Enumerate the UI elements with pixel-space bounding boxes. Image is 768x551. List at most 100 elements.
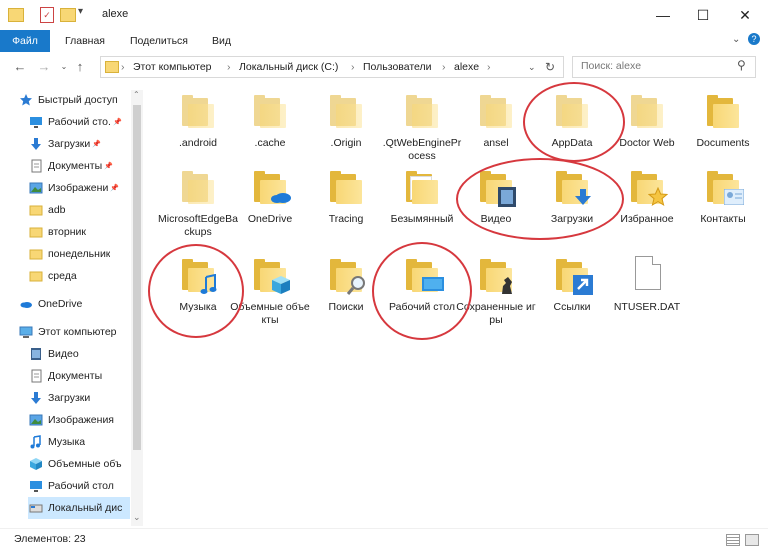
downloads-folder-icon — [550, 166, 594, 210]
desktop-icon — [28, 478, 44, 494]
properties-icon[interactable]: ✓ — [40, 7, 54, 23]
nav-item-desktop[interactable]: Рабочий сто. 📌 — [28, 111, 130, 133]
folder-cache[interactable]: .cache — [230, 90, 310, 172]
maximize-button[interactable]: ☐ — [680, 0, 726, 30]
nav-item-label: среда — [48, 270, 77, 282]
onedrive-folder-icon — [248, 166, 292, 210]
nav-item-label: Рабочий стол — [48, 480, 114, 492]
folder-tracing[interactable]: Tracing — [306, 166, 386, 248]
up-arrow-icon[interactable]: ↑ — [72, 59, 88, 75]
nav-item-3d-objects[interactable]: Объемные объ — [28, 453, 130, 475]
nav-item-wednesday[interactable]: среда — [28, 265, 130, 287]
nav-item-label: Локальный дис — [48, 502, 123, 514]
nav-item-documents[interactable]: Документы — [28, 365, 130, 387]
item-label: Tracing — [328, 213, 364, 225]
nav-item-documents[interactable]: Документы 📌 — [28, 155, 130, 177]
music-icon — [28, 434, 44, 450]
breadcrumb-item[interactable]: Пользователи — [363, 57, 432, 77]
help-icon[interactable]: ? — [748, 33, 760, 45]
recent-locations-icon[interactable]: ⌄ — [56, 59, 72, 75]
folder-downloads[interactable]: Загрузки — [532, 166, 612, 248]
forward-arrow-icon[interactable]: → — [36, 59, 52, 75]
search-icon[interactable]: ⚲ — [737, 58, 746, 72]
folder-links[interactable]: Ссылки — [532, 254, 612, 336]
pin-icon: 📌 — [110, 185, 120, 192]
folder-icon — [28, 202, 44, 218]
nav-quick-access[interactable]: Быстрый доступ — [18, 89, 130, 111]
folder-desktop[interactable]: Рабочий стол — [382, 254, 462, 336]
tab-home[interactable]: Главная — [65, 30, 105, 52]
folder-android[interactable]: .android — [158, 90, 238, 172]
nav-scrollbar-thumb[interactable] — [133, 105, 141, 450]
breadcrumb-separator[interactable]: › — [442, 57, 446, 77]
customize-toolbar-icon[interactable]: ▾ — [78, 6, 83, 17]
breadcrumb-separator[interactable]: › — [121, 57, 125, 77]
refresh-icon[interactable]: ↻ — [545, 57, 555, 77]
folder-icon — [28, 224, 44, 240]
tab-share[interactable]: Поделиться — [130, 30, 188, 52]
back-arrow-icon[interactable]: ← — [12, 59, 28, 75]
nav-item-monday[interactable]: понедельник — [28, 243, 130, 265]
folder-unnamed[interactable]: Безымянный — [382, 166, 462, 248]
expand-ribbon-icon[interactable]: ⌄ — [732, 34, 740, 45]
breadcrumb-separator[interactable]: › — [227, 57, 231, 77]
nav-item-label: OneDrive — [38, 298, 83, 310]
nav-item-downloads[interactable]: Загрузки — [28, 387, 130, 409]
folder-qtwebengineprocess[interactable]: .QtWebEngineProcess — [382, 90, 462, 172]
nav-this-pc[interactable]: Этот компьютер — [18, 321, 130, 343]
nav-item-adb[interactable]: adb — [28, 199, 130, 221]
file-ntuser-dat[interactable]: NTUSER.DAT — [607, 254, 687, 336]
nav-onedrive[interactable]: OneDrive — [18, 293, 130, 315]
tab-file[interactable]: Файл — [0, 30, 50, 52]
folder-favorites[interactable]: Избранное — [607, 166, 687, 248]
item-label: Ссылки — [553, 301, 591, 313]
nav-item-pictures[interactable]: Изображени 📌 — [28, 177, 130, 199]
address-dropdown-icon[interactable]: ⌄ — [528, 57, 536, 77]
folder-searches[interactable]: Поиски — [306, 254, 386, 336]
item-label: MicrosoftEdgeBackups — [158, 213, 238, 238]
pictures-icon — [28, 180, 44, 196]
folder-onedrive[interactable]: OneDrive — [230, 166, 310, 248]
folder-microsoftedgebackups[interactable]: MicrosoftEdgeBackups — [158, 166, 238, 248]
nav-item-tuesday[interactable]: вторник — [28, 221, 130, 243]
tab-view[interactable]: Вид — [212, 30, 231, 52]
nav-item-label: Объемные объ — [48, 458, 122, 470]
address-bar[interactable]: › Этот компьютер › Локальный диск (C:) ›… — [100, 56, 564, 78]
pin-icon: 📌 — [112, 119, 122, 126]
item-label: Контакты — [700, 213, 746, 225]
folder-ansel[interactable]: ansel — [456, 90, 536, 172]
nav-item-local-disk[interactable]: Локальный дис — [28, 497, 130, 519]
favorites-folder-icon — [625, 166, 669, 210]
nav-item-downloads[interactable]: Загрузки 📌 — [28, 133, 130, 155]
search-input[interactable]: Поиск: alexe — [581, 60, 641, 72]
documents-icon — [28, 368, 44, 384]
new-folder-icon[interactable] — [60, 8, 76, 22]
saved-games-folder-icon — [474, 254, 518, 298]
breadcrumb-separator[interactable]: › — [351, 57, 355, 77]
folder-doctor-web[interactable]: Doctor Web — [607, 90, 687, 172]
large-icons-view-icon[interactable] — [745, 534, 759, 546]
nav-item-desktop[interactable]: Рабочий стол — [28, 475, 130, 497]
nav-item-video[interactable]: Видео — [28, 343, 130, 365]
breadcrumb-item[interactable]: Этот компьютер — [133, 57, 212, 77]
nav-item-music[interactable]: Музыка — [28, 431, 130, 453]
scroll-up-arrow-icon[interactable]: ⌃ — [133, 90, 140, 99]
breadcrumb-separator[interactable]: › — [487, 57, 491, 77]
search-box[interactable]: Поиск: alexe ⚲ — [572, 56, 756, 78]
folder-origin[interactable]: .Origin — [306, 90, 386, 172]
folder-icon[interactable] — [8, 8, 24, 22]
folder-appdata[interactable]: AppData — [532, 90, 612, 172]
scroll-down-arrow-icon[interactable]: ⌄ — [133, 512, 141, 523]
folder-documents[interactable]: Documents — [683, 90, 763, 172]
folder-music[interactable]: Музыка — [158, 254, 238, 336]
folder-video[interactable]: Видео — [456, 166, 536, 248]
close-button[interactable]: ✕ — [722, 0, 768, 30]
nav-item-pictures[interactable]: Изображения — [28, 409, 130, 431]
folder-saved-games[interactable]: Сохраненные игры — [456, 254, 536, 336]
folder-icon — [324, 166, 368, 210]
breadcrumb-item[interactable]: Локальный диск (C:) — [239, 57, 338, 77]
breadcrumb-item[interactable]: alexe — [454, 57, 479, 77]
folder-contacts[interactable]: Контакты — [683, 166, 763, 248]
details-view-icon[interactable] — [726, 534, 740, 546]
folder-3d-objects[interactable]: Объемные объекты — [230, 254, 310, 336]
